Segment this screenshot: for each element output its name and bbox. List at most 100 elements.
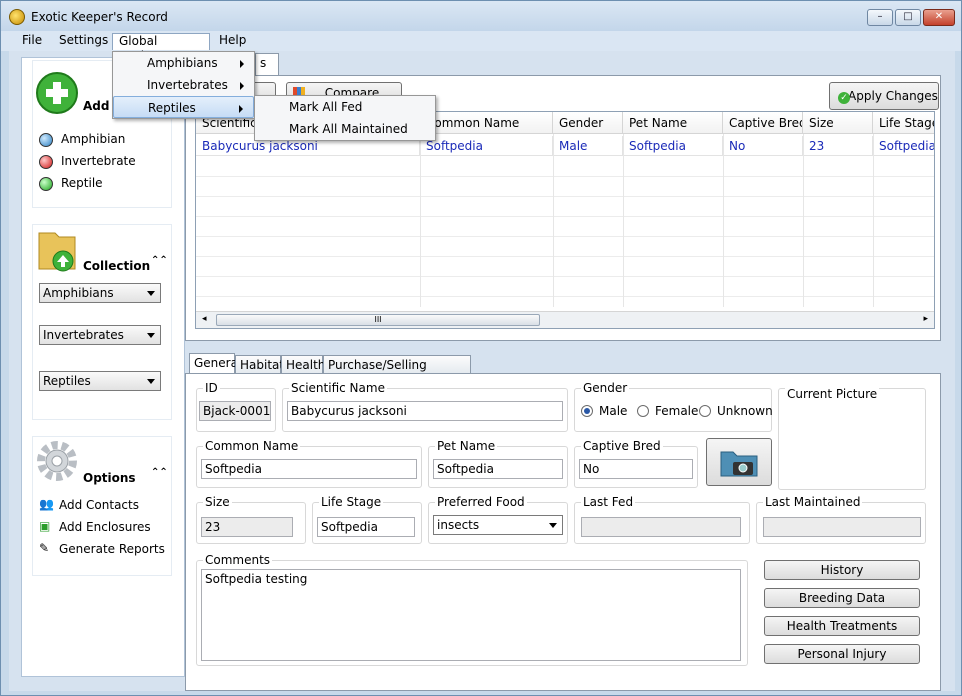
- life-stage-group: Life Stage Softpedia: [312, 495, 422, 544]
- add-enclosures-link[interactable]: Add Enclosures: [59, 520, 151, 534]
- cell-life-stage[interactable]: Softpedia: [873, 136, 934, 156]
- health-treatments-button[interactable]: Health Treatments: [764, 616, 920, 636]
- breeding-data-button[interactable]: Breeding Data: [764, 588, 920, 608]
- add-plus-icon[interactable]: [35, 71, 79, 115]
- cell-size[interactable]: 23: [803, 136, 873, 156]
- menu-item-reptiles[interactable]: Reptiles: [113, 96, 254, 118]
- left-panel: Add Amphibian Invertebrate Reptile Colle…: [21, 57, 185, 677]
- gender-group: Gender Male Female Unknown: [574, 381, 773, 432]
- gender-unknown-radio[interactable]: [699, 405, 711, 417]
- gender-female-radio[interactable]: [637, 405, 649, 417]
- col-captive-bred[interactable]: Captive Bred: [723, 112, 803, 134]
- grid-line: [196, 296, 934, 297]
- add-reptile-link[interactable]: Reptile: [61, 176, 103, 190]
- preferred-food-group: Preferred Food insects: [428, 495, 568, 544]
- col-pet-name[interactable]: Pet Name: [623, 112, 723, 134]
- invertebrates-dropdown[interactable]: Invertebrates: [39, 325, 161, 345]
- amphibian-icon: [39, 133, 53, 147]
- menu-item-mark-all-maintained[interactable]: Mark All Maintained: [255, 118, 435, 140]
- grid-line: [196, 216, 934, 217]
- grid-line: [623, 134, 624, 307]
- gender-male-radio[interactable]: [581, 405, 593, 417]
- global-options-menu: Amphibians Invertebrates Reptiles: [112, 51, 255, 119]
- menu-item-mark-all-fed[interactable]: Mark All Fed: [255, 96, 435, 118]
- client-area: Add Amphibian Invertebrate Reptile Colle…: [9, 51, 955, 691]
- gender-female-label: Female: [655, 404, 699, 418]
- col-common-name[interactable]: Common Name: [420, 112, 553, 134]
- maximize-button[interactable]: □: [895, 9, 921, 26]
- tab-purchase-selling[interactable]: Purchase/Selling Information: [323, 355, 471, 390]
- cell-pet-name[interactable]: Softpedia: [623, 136, 723, 156]
- add-amphibian-link[interactable]: Amphibian: [61, 132, 125, 146]
- tab-habitat[interactable]: Habitat: [235, 355, 284, 375]
- size-label: Size: [203, 495, 232, 509]
- menu-item-amphibians[interactable]: Amphibians: [113, 52, 254, 74]
- contacts-icon: 👥: [39, 497, 54, 511]
- menu-settings[interactable]: Settings: [53, 33, 114, 50]
- history-button[interactable]: History: [764, 560, 920, 580]
- apply-changes-button[interactable]: ✓ Apply Changes: [829, 82, 939, 110]
- scroll-thumb[interactable]: III: [216, 314, 540, 326]
- add-contacts-link[interactable]: Add Contacts: [59, 498, 139, 512]
- collection-title: Collection: [83, 259, 151, 273]
- common-name-field[interactable]: Softpedia: [201, 459, 417, 479]
- life-stage-field[interactable]: Softpedia: [317, 517, 415, 537]
- last-fed-label: Last Fed: [581, 495, 636, 509]
- amphibians-dropdown[interactable]: Amphibians: [39, 283, 161, 303]
- size-field: 23: [201, 517, 293, 537]
- grid-horizontal-scrollbar[interactable]: ◂ III ▸: [196, 311, 934, 328]
- tab-health[interactable]: Health: [281, 355, 325, 375]
- cell-captive-bred[interactable]: No: [723, 136, 803, 156]
- grid-line: [420, 134, 421, 307]
- reptiles-dropdown[interactable]: Reptiles: [39, 371, 161, 391]
- grid-line: [803, 134, 804, 307]
- preferred-food-dropdown[interactable]: insects: [433, 515, 563, 535]
- captive-bred-label: Captive Bred: [581, 439, 663, 453]
- col-life-stage[interactable]: Life Stage: [873, 112, 934, 134]
- tab-general[interactable]: General: [189, 353, 241, 375]
- reptile-icon: [39, 177, 53, 191]
- comments-field[interactable]: Softpedia testing: [201, 569, 741, 661]
- cell-common-name[interactable]: Softpedia: [420, 136, 553, 156]
- grid-line: [196, 276, 934, 277]
- menu-item-invertebrates[interactable]: Invertebrates: [113, 74, 254, 96]
- gender-male-label: Male: [599, 404, 628, 418]
- collapse-collection-icon[interactable]: ⌃⌃: [151, 255, 168, 266]
- general-form: ID Bjack-0001 Scientific Name Babycurus …: [185, 373, 941, 691]
- personal-injury-button[interactable]: Personal Injury: [764, 644, 920, 664]
- minimize-button[interactable]: –: [867, 9, 893, 26]
- gender-unknown-label: Unknown: [717, 404, 773, 418]
- app-icon: [9, 9, 25, 25]
- collection-group: Collection ⌃⌃ Amphibians Invertebrates R…: [32, 224, 172, 420]
- scroll-left-icon[interactable]: ◂: [202, 314, 207, 324]
- window-title: Exotic Keeper's Record: [31, 10, 168, 24]
- comments-label: Comments: [203, 553, 273, 567]
- picture-button[interactable]: [706, 438, 772, 486]
- common-name-group: Common Name Softpedia: [196, 439, 422, 488]
- captive-bred-field[interactable]: No: [579, 459, 693, 479]
- menu-help[interactable]: Help: [213, 33, 252, 50]
- col-gender[interactable]: Gender: [553, 112, 623, 134]
- scroll-right-icon[interactable]: ▸: [923, 314, 928, 324]
- animals-grid: Scientific N Common Name Gender Pet Name…: [195, 111, 935, 329]
- add-invertebrate-link[interactable]: Invertebrate: [61, 154, 136, 168]
- col-size[interactable]: Size: [803, 112, 873, 134]
- collapse-options-icon[interactable]: ⌃⌃: [151, 467, 168, 478]
- gender-label: Gender: [581, 381, 630, 395]
- cell-gender[interactable]: Male: [553, 136, 623, 156]
- captive-bred-group: Captive Bred No: [574, 439, 698, 488]
- generate-reports-link[interactable]: Generate Reports: [59, 542, 165, 556]
- id-field: Bjack-0001: [199, 401, 271, 421]
- current-picture-group: Current Picture: [778, 387, 926, 490]
- right-panel: s (1) Compare Growth ✓ Apply Changes Sci…: [185, 51, 955, 691]
- tab-collection[interactable]: s (1): [255, 53, 279, 88]
- menu-global-options[interactable]: Global Options: [112, 33, 210, 63]
- pet-name-field[interactable]: Softpedia: [433, 459, 563, 479]
- pet-name-label: Pet Name: [435, 439, 498, 453]
- scientific-name-field[interactable]: Babycurus jacksoni: [287, 401, 563, 421]
- last-fed-group: Last Fed: [574, 495, 750, 544]
- menu-file[interactable]: File: [16, 33, 48, 50]
- enclosure-icon: ▣: [39, 519, 51, 533]
- preferred-food-label: Preferred Food: [435, 495, 527, 509]
- close-button[interactable]: ✕: [923, 9, 955, 26]
